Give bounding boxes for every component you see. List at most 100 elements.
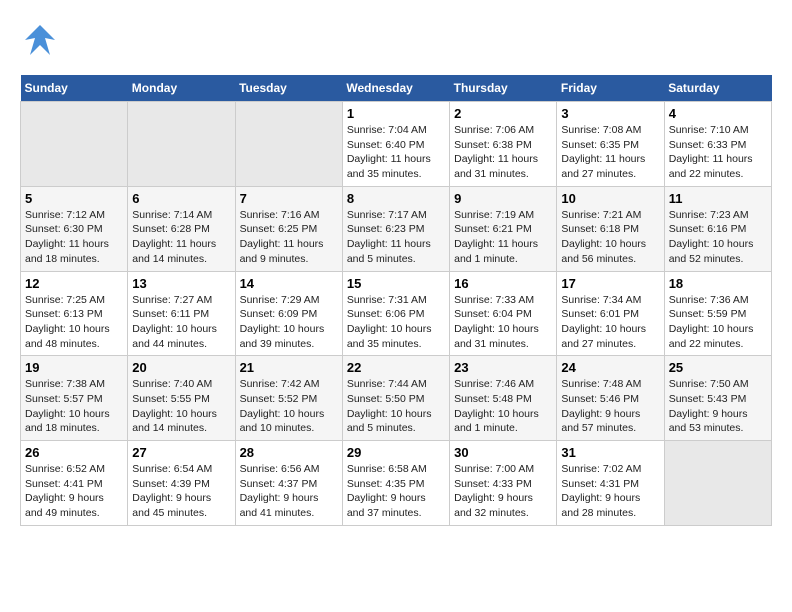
day-number: 30 (454, 445, 552, 460)
day-number: 3 (561, 106, 659, 121)
calendar-cell: 19Sunrise: 7:38 AM Sunset: 5:57 PM Dayli… (21, 356, 128, 441)
day-number: 10 (561, 191, 659, 206)
day-number: 14 (240, 276, 338, 291)
day-info: Sunrise: 7:02 AM Sunset: 4:31 PM Dayligh… (561, 462, 659, 521)
day-info: Sunrise: 7:00 AM Sunset: 4:33 PM Dayligh… (454, 462, 552, 521)
page-header (20, 20, 772, 65)
calendar-cell: 3 Sunrise: 7:08 AM Sunset: 6:35 PM Daylig… (557, 102, 664, 187)
calendar-cell (21, 102, 128, 187)
weekday-header-sunday: Sunday (21, 75, 128, 102)
day-info: Sunrise: 7:23 AM Sunset: 6:16 PM Dayligh… (669, 208, 767, 267)
weekday-header-wednesday: Wednesday (342, 75, 449, 102)
calendar-week-row: 12 Sunrise: 7:25 AM Sunset: 6:13 PM Dayli… (21, 271, 772, 356)
weekday-header-tuesday: Tuesday (235, 75, 342, 102)
logo (20, 20, 64, 65)
day-number: 7 (240, 191, 338, 206)
calendar-cell: 14 Sunrise: 7:29 AM Sunset: 6:09 PM Dayli… (235, 271, 342, 356)
day-info: Sunrise: 7:10 AM Sunset: 6:33 PM Dayligh… (669, 123, 767, 182)
day-number: 24 (561, 360, 659, 375)
day-info: Sunrise: 6:52 AM Sunset: 4:41 PM Dayligh… (25, 462, 123, 521)
calendar-cell: 9 Sunrise: 7:19 AM Sunset: 6:21 PM Daylig… (450, 186, 557, 271)
day-number: 5 (25, 191, 123, 206)
day-number: 13 (132, 276, 230, 291)
day-number: 27 (132, 445, 230, 460)
calendar-cell: 13Sunrise: 7:27 AM Sunset: 6:11 PM Dayli… (128, 271, 235, 356)
calendar-table: SundayMondayTuesdayWednesdayThursdayFrid… (20, 75, 772, 526)
calendar-cell: 30 Sunrise: 7:00 AM Sunset: 4:33 PM Dayli… (450, 441, 557, 526)
day-info: Sunrise: 7:14 AM Sunset: 6:28 PM Dayligh… (132, 208, 230, 267)
day-info: Sunrise: 7:44 AM Sunset: 5:50 PM Dayligh… (347, 377, 445, 436)
day-info: Sunrise: 7:17 AM Sunset: 6:23 PM Dayligh… (347, 208, 445, 267)
day-number: 15 (347, 276, 445, 291)
day-info: Sunrise: 7:12 AM Sunset: 6:30 PM Dayligh… (25, 208, 123, 267)
calendar-cell: 25 Sunrise: 7:50 AM Sunset: 5:43 PM Dayli… (664, 356, 771, 441)
day-number: 25 (669, 360, 767, 375)
calendar-cell: 28 Sunrise: 6:56 AM Sunset: 4:37 PM Dayli… (235, 441, 342, 526)
day-info: Sunrise: 7:31 AM Sunset: 6:06 PM Dayligh… (347, 293, 445, 352)
logo-bird-icon (20, 20, 60, 65)
day-number: 23 (454, 360, 552, 375)
day-info: Sunrise: 7:16 AM Sunset: 6:25 PM Dayligh… (240, 208, 338, 267)
day-number: 8 (347, 191, 445, 206)
calendar-cell: 18 Sunrise: 7:36 AM Sunset: 5:59 PM Dayli… (664, 271, 771, 356)
day-number: 12 (25, 276, 123, 291)
calendar-week-row: 5 Sunrise: 7:12 AM Sunset: 6:30 PM Daylig… (21, 186, 772, 271)
calendar-cell (664, 441, 771, 526)
calendar-cell: 16Sunrise: 7:33 AM Sunset: 6:04 PM Dayli… (450, 271, 557, 356)
day-info: Sunrise: 7:42 AM Sunset: 5:52 PM Dayligh… (240, 377, 338, 436)
calendar-week-row: 1 Sunrise: 7:04 AM Sunset: 6:40 PM Daylig… (21, 102, 772, 187)
day-number: 18 (669, 276, 767, 291)
calendar-cell: 23Sunrise: 7:46 AM Sunset: 5:48 PM Dayli… (450, 356, 557, 441)
weekday-header-monday: Monday (128, 75, 235, 102)
calendar-cell: 12 Sunrise: 7:25 AM Sunset: 6:13 PM Dayli… (21, 271, 128, 356)
day-number: 21 (240, 360, 338, 375)
day-info: Sunrise: 6:56 AM Sunset: 4:37 PM Dayligh… (240, 462, 338, 521)
day-info: Sunrise: 7:04 AM Sunset: 6:40 PM Dayligh… (347, 123, 445, 182)
calendar-cell (128, 102, 235, 187)
day-info: Sunrise: 7:50 AM Sunset: 5:43 PM Dayligh… (669, 377, 767, 436)
day-info: Sunrise: 7:36 AM Sunset: 5:59 PM Dayligh… (669, 293, 767, 352)
calendar-cell: 26Sunrise: 6:52 AM Sunset: 4:41 PM Dayli… (21, 441, 128, 526)
day-number: 9 (454, 191, 552, 206)
day-number: 11 (669, 191, 767, 206)
calendar-cell: 22 Sunrise: 7:44 AM Sunset: 5:50 PM Dayli… (342, 356, 449, 441)
day-info: Sunrise: 7:40 AM Sunset: 5:55 PM Dayligh… (132, 377, 230, 436)
day-info: Sunrise: 7:48 AM Sunset: 5:46 PM Dayligh… (561, 377, 659, 436)
day-info: Sunrise: 7:21 AM Sunset: 6:18 PM Dayligh… (561, 208, 659, 267)
day-number: 20 (132, 360, 230, 375)
calendar-week-row: 26Sunrise: 6:52 AM Sunset: 4:41 PM Dayli… (21, 441, 772, 526)
calendar-cell: 2Sunrise: 7:06 AM Sunset: 6:38 PM Daylig… (450, 102, 557, 187)
day-number: 19 (25, 360, 123, 375)
day-info: Sunrise: 7:25 AM Sunset: 6:13 PM Dayligh… (25, 293, 123, 352)
calendar-cell: 24 Sunrise: 7:48 AM Sunset: 5:46 PM Dayli… (557, 356, 664, 441)
calendar-week-row: 19Sunrise: 7:38 AM Sunset: 5:57 PM Dayli… (21, 356, 772, 441)
calendar-cell: 4 Sunrise: 7:10 AM Sunset: 6:33 PM Daylig… (664, 102, 771, 187)
day-info: Sunrise: 7:19 AM Sunset: 6:21 PM Dayligh… (454, 208, 552, 267)
day-number: 16 (454, 276, 552, 291)
day-info: Sunrise: 7:29 AM Sunset: 6:09 PM Dayligh… (240, 293, 338, 352)
day-number: 22 (347, 360, 445, 375)
calendar-cell: 31 Sunrise: 7:02 AM Sunset: 4:31 PM Dayli… (557, 441, 664, 526)
day-number: 4 (669, 106, 767, 121)
calendar-cell: 1 Sunrise: 7:04 AM Sunset: 6:40 PM Daylig… (342, 102, 449, 187)
day-info: Sunrise: 7:08 AM Sunset: 6:35 PM Dayligh… (561, 123, 659, 182)
day-number: 17 (561, 276, 659, 291)
calendar-cell: 8 Sunrise: 7:17 AM Sunset: 6:23 PM Daylig… (342, 186, 449, 271)
day-info: Sunrise: 6:54 AM Sunset: 4:39 PM Dayligh… (132, 462, 230, 521)
day-number: 1 (347, 106, 445, 121)
weekday-header-row: SundayMondayTuesdayWednesdayThursdayFrid… (21, 75, 772, 102)
calendar-cell: 20 Sunrise: 7:40 AM Sunset: 5:55 PM Dayli… (128, 356, 235, 441)
day-number: 31 (561, 445, 659, 460)
day-info: Sunrise: 7:06 AM Sunset: 6:38 PM Dayligh… (454, 123, 552, 182)
calendar-cell: 29Sunrise: 6:58 AM Sunset: 4:35 PM Dayli… (342, 441, 449, 526)
day-number: 29 (347, 445, 445, 460)
calendar-cell: 5 Sunrise: 7:12 AM Sunset: 6:30 PM Daylig… (21, 186, 128, 271)
weekday-header-friday: Friday (557, 75, 664, 102)
calendar-cell: 17Sunrise: 7:34 AM Sunset: 6:01 PM Dayli… (557, 271, 664, 356)
calendar-cell: 10 Sunrise: 7:21 AM Sunset: 6:18 PM Dayli… (557, 186, 664, 271)
calendar-cell: 21 Sunrise: 7:42 AM Sunset: 5:52 PM Dayli… (235, 356, 342, 441)
day-number: 28 (240, 445, 338, 460)
weekday-header-thursday: Thursday (450, 75, 557, 102)
day-number: 6 (132, 191, 230, 206)
calendar-cell: 7 Sunrise: 7:16 AM Sunset: 6:25 PM Daylig… (235, 186, 342, 271)
